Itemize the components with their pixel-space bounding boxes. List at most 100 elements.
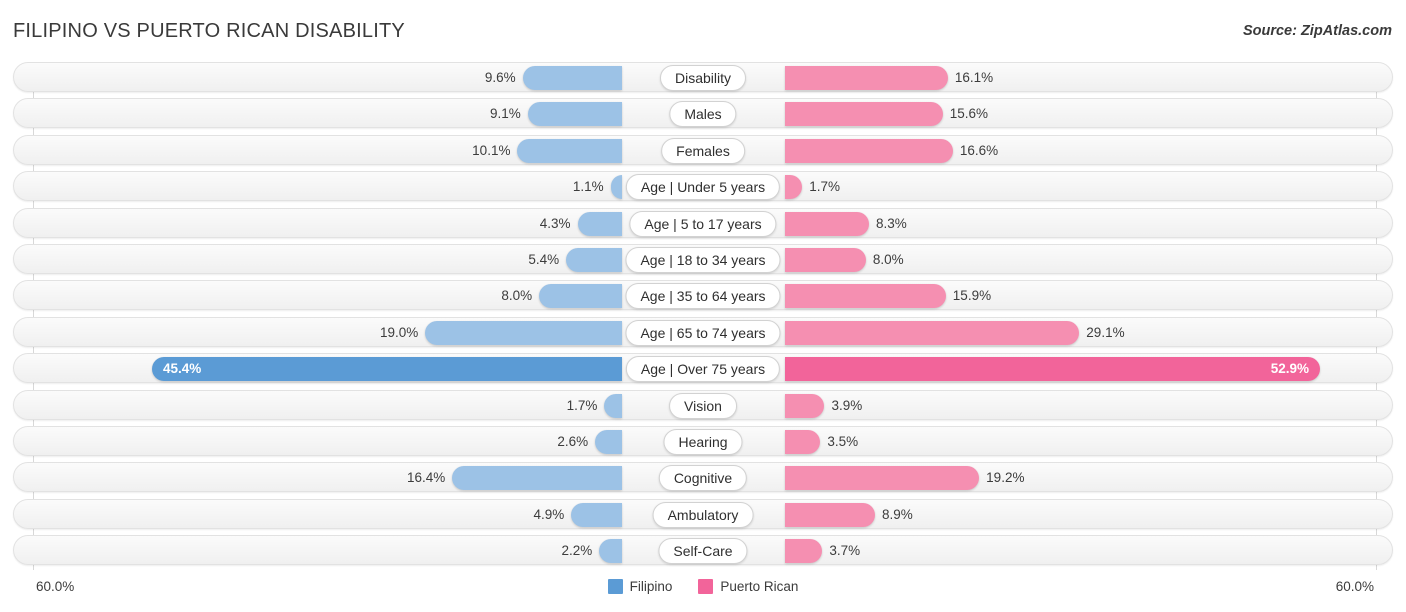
- table-row[interactable]: 2.2% 3.7% Self-Care: [13, 535, 1393, 565]
- bar-left-wrapper: 16.4%: [14, 466, 703, 490]
- bar-value-puerto-rican: 3.5%: [827, 430, 858, 454]
- bar-left-wrapper: 1.1%: [14, 175, 703, 199]
- bar-left-wrapper: 45.4%: [14, 357, 703, 381]
- bar-left-wrapper: 1.7%: [14, 394, 703, 418]
- bar-puerto-rican[interactable]: 1.7%: [785, 175, 802, 199]
- chart-footer: 60.0% 60.0% FilipinoPuerto Rican: [0, 570, 1406, 612]
- table-row[interactable]: 1.7%3.9%Vision: [13, 390, 1393, 420]
- table-row[interactable]: 4.9% 8.9% Ambulatory: [13, 499, 1393, 529]
- bar-value-filipino: 5.4%: [528, 248, 559, 272]
- bar-value-filipino: 8.0%: [501, 284, 532, 308]
- bar-filipino[interactable]: 1.7%: [604, 394, 622, 418]
- bar-value-filipino: 19.0%: [380, 321, 418, 345]
- chart-rows: 9.6%16.1%Disability9.1%15.6%Males10.1%16…: [0, 62, 1406, 571]
- chart-plot-area: 9.6%16.1%Disability9.1%15.6%Males10.1%16…: [0, 62, 1406, 570]
- bar-right-wrapper: 3.7%: [703, 539, 1392, 563]
- bar-filipino[interactable]: 2.2%: [599, 539, 622, 563]
- bar-left-wrapper: 4.9%: [14, 503, 703, 527]
- bar-right-wrapper: 3.5%: [703, 430, 1392, 454]
- chart-legend: Filipino Puerto Rican: [0, 579, 1406, 594]
- bar-filipino[interactable]: 4.9%: [571, 503, 622, 527]
- bar-left-wrapper: 19.0%: [14, 321, 703, 345]
- bar-puerto-rican[interactable]: 15.6%: [785, 102, 943, 126]
- bar-left-wrapper: 9.6%: [14, 66, 703, 90]
- bar-value-puerto-rican: 16.1%: [955, 66, 993, 90]
- bar-filipino[interactable]: 10.1%: [517, 139, 622, 163]
- chart-page: FILIPINO VS PUERTO RICAN DISABILITY Sour…: [0, 0, 1406, 612]
- bar-filipino[interactable]: 9.6%: [523, 66, 622, 90]
- bar-value-filipino: 4.9%: [534, 503, 565, 527]
- bar-puerto-rican[interactable]: 3.7%: [785, 539, 822, 563]
- table-row[interactable]: 19.0%29.1%Age | 65 to 74 years: [13, 317, 1393, 347]
- table-row[interactable]: 2.6% 3.5% Hearing: [13, 426, 1393, 456]
- bar-puerto-rican[interactable]: 29.1%: [785, 321, 1079, 345]
- bar-right-wrapper: 8.9%: [703, 503, 1392, 527]
- bar-puerto-rican[interactable]: 19.2%: [785, 466, 979, 490]
- legend-swatch-icon: [608, 579, 623, 594]
- row-category-label: Hearing: [663, 429, 742, 455]
- bar-value-puerto-rican: 1.7%: [809, 175, 840, 199]
- bar-value-puerto-rican: 3.7%: [829, 539, 860, 563]
- page-title: FILIPINO VS PUERTO RICAN DISABILITY: [13, 20, 405, 43]
- bar-value-filipino: 9.6%: [485, 66, 516, 90]
- bar-puerto-rican[interactable]: 3.9%: [785, 394, 824, 418]
- table-row[interactable]: 4.3%8.3%Age | 5 to 17 years: [13, 208, 1393, 238]
- bar-value-puerto-rican: 15.9%: [953, 284, 991, 308]
- bar-right-wrapper: 29.1%: [703, 321, 1392, 345]
- bar-right-wrapper: 8.0%: [703, 248, 1392, 272]
- legend-item[interactable]: Puerto Rican: [698, 579, 798, 594]
- bar-value-filipino: 10.1%: [472, 139, 510, 163]
- bar-value-filipino: 2.6%: [557, 430, 588, 454]
- source-attribution: Source: ZipAtlas.com: [1243, 23, 1392, 39]
- bar-filipino[interactable]: 5.4%: [566, 248, 622, 272]
- bar-left-wrapper: 2.2%: [14, 539, 703, 563]
- bar-puerto-rican[interactable]: 8.0%: [785, 248, 866, 272]
- legend-label: Puerto Rican: [720, 579, 798, 594]
- bar-right-wrapper: 19.2%: [703, 466, 1392, 490]
- bar-puerto-rican[interactable]: 3.5%: [785, 430, 820, 454]
- table-row[interactable]: 5.4%8.0%Age | 18 to 34 years: [13, 244, 1393, 274]
- table-row[interactable]: 9.1% 15.6% Males: [13, 98, 1393, 128]
- bar-filipino[interactable]: 19.0%: [425, 321, 622, 345]
- bar-filipino[interactable]: 16.4%: [452, 466, 622, 490]
- bar-puerto-rican[interactable]: 8.3%: [785, 212, 869, 236]
- bar-filipino[interactable]: 1.1%: [611, 175, 622, 199]
- row-category-label: Cognitive: [659, 465, 747, 491]
- bar-value-puerto-rican: 8.9%: [882, 503, 913, 527]
- row-category-label: Self-Care: [658, 538, 747, 564]
- bar-puerto-rican[interactable]: 16.6%: [785, 139, 953, 163]
- table-row[interactable]: 45.4% 52.9%Age | Over 75 years: [13, 353, 1393, 383]
- bar-right-wrapper: 15.9%: [703, 284, 1392, 308]
- bar-right-wrapper: 52.9%: [703, 357, 1392, 381]
- bar-filipino[interactable]: 4.3%: [578, 212, 623, 236]
- bar-filipino[interactable]: 9.1%: [528, 102, 622, 126]
- bar-left-wrapper: 9.1%: [14, 102, 703, 126]
- bar-filipino[interactable]: 45.4%: [152, 357, 622, 381]
- bar-value-puerto-rican: 3.9%: [831, 394, 862, 418]
- table-row[interactable]: 10.1%16.6%Females: [13, 135, 1393, 165]
- legend-item[interactable]: Filipino: [608, 579, 673, 594]
- bar-value-puerto-rican: 8.3%: [876, 212, 907, 236]
- bar-left-wrapper: 2.6%: [14, 430, 703, 454]
- bar-value-puerto-rican: 15.6%: [950, 102, 988, 126]
- bar-puerto-rican[interactable]: 52.9%: [785, 357, 1320, 381]
- bar-filipino[interactable]: 8.0%: [539, 284, 622, 308]
- bar-puerto-rican[interactable]: 16.1%: [785, 66, 948, 90]
- row-category-label: Males: [669, 101, 736, 127]
- bar-value-filipino: 1.1%: [573, 175, 604, 199]
- bar-right-wrapper: 8.3%: [703, 212, 1392, 236]
- bar-left-wrapper: 5.4%: [14, 248, 703, 272]
- row-category-label: Age | Over 75 years: [626, 356, 780, 382]
- bar-value-filipino: 4.3%: [540, 212, 571, 236]
- chart-header: FILIPINO VS PUERTO RICAN DISABILITY Sour…: [0, 0, 1406, 62]
- bar-filipino[interactable]: 2.6%: [595, 430, 622, 454]
- table-row[interactable]: 9.6%16.1%Disability: [13, 62, 1393, 92]
- table-row[interactable]: 8.0%15.9%Age | 35 to 64 years: [13, 280, 1393, 310]
- bar-right-wrapper: 1.7%: [703, 175, 1392, 199]
- bar-puerto-rican[interactable]: 15.9%: [785, 284, 946, 308]
- row-category-label: Ambulatory: [653, 502, 754, 528]
- table-row[interactable]: 1.1%1.7%Age | Under 5 years: [13, 171, 1393, 201]
- bar-right-wrapper: 3.9%: [703, 394, 1392, 418]
- bar-puerto-rican[interactable]: 8.9%: [785, 503, 875, 527]
- table-row[interactable]: 16.4% 19.2% Cognitive: [13, 462, 1393, 492]
